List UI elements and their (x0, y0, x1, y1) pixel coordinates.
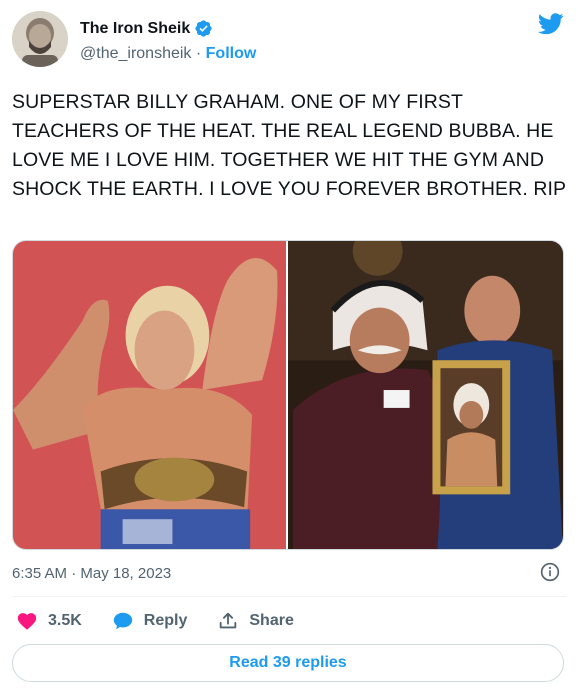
author-handle[interactable]: @the_ironsheik (80, 45, 191, 62)
share-button[interactable]: Share (217, 610, 294, 632)
like-count: 3.5K (48, 612, 82, 629)
author-name[interactable]: The Iron Sheik (80, 20, 190, 38)
wrestler-flexing-with-belt-photo[interactable] (13, 241, 286, 549)
like-button[interactable]: 3.5K (16, 610, 82, 632)
tweet-timestamp[interactable]: 6:35 AM · May 18, 2023 (12, 565, 171, 582)
tweet-text: SUPERSTAR BILLY GRAHAM. ONE OF MY FIRST … (12, 91, 567, 200)
twitter-bird-icon[interactable] (538, 13, 564, 35)
upload-arrow-icon (220, 612, 237, 629)
tweet-header: The Iron Sheik @the_ironsheik · Follow (12, 11, 566, 71)
read-replies-button[interactable]: Read 39 replies (12, 644, 564, 682)
verified-badge-icon (195, 20, 212, 37)
share-label: Share (249, 612, 294, 629)
tweet-actions: 3.5K Reply Share (16, 609, 324, 633)
reply-button[interactable]: Reply (112, 610, 188, 632)
two-men-holding-portrait-photo[interactable] (288, 241, 563, 549)
author-handle-line: @the_ironsheik · Follow (80, 45, 256, 63)
divider (12, 596, 566, 597)
handle-separator: · (195, 45, 206, 62)
avatar-image (12, 11, 68, 67)
author-avatar[interactable] (12, 11, 68, 67)
speech-bubble-icon (113, 612, 132, 630)
follow-link[interactable]: Follow (206, 45, 257, 62)
tweet-media[interactable] (12, 240, 564, 550)
heart-icon (17, 613, 37, 630)
info-icon[interactable] (540, 562, 560, 582)
reply-label: Reply (143, 612, 188, 629)
author-name-line: The Iron Sheik (80, 19, 213, 38)
tweet-embed-card: The Iron Sheik @the_ironsheik · Follow S… (0, 0, 578, 700)
